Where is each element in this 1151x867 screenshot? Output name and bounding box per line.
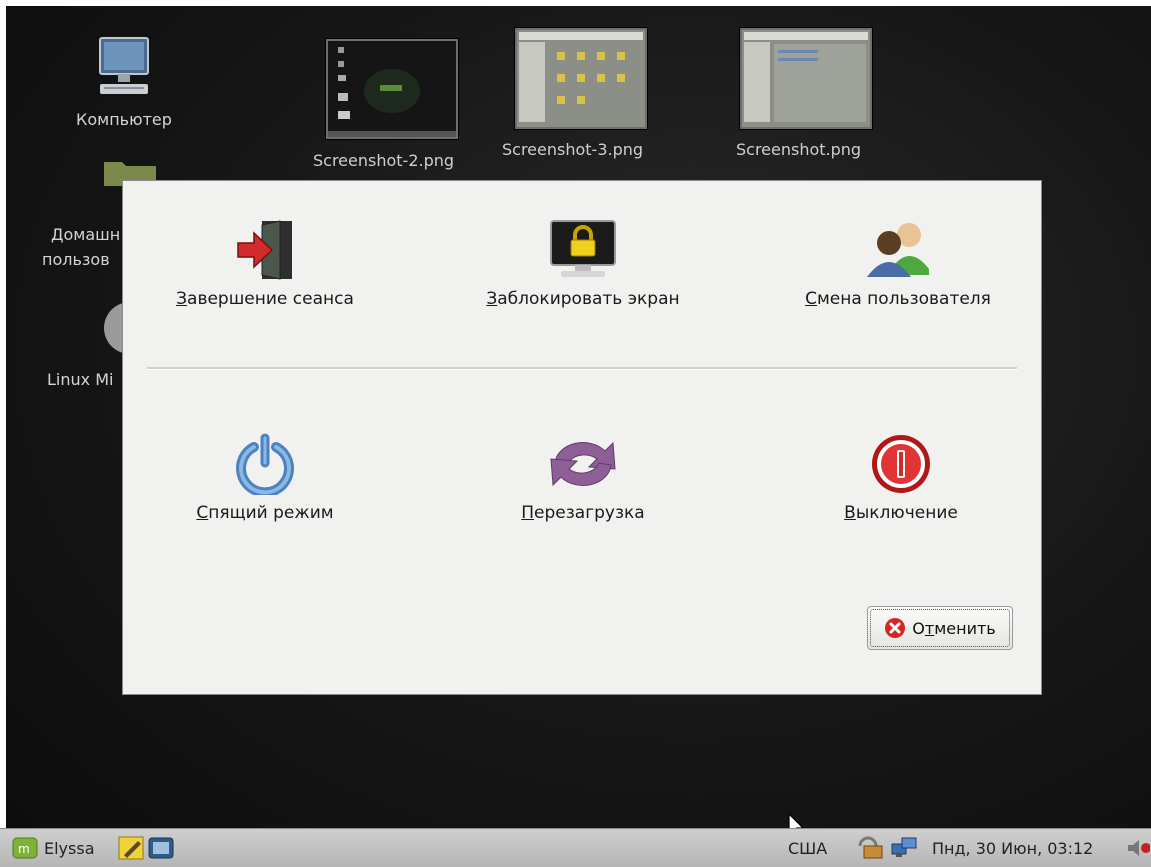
suspend-mnemonic: С	[196, 503, 209, 523]
switch-user-button[interactable]: Смена пользователя	[788, 219, 1008, 309]
restart-label: ерезагрузка	[534, 503, 645, 523]
network-tray[interactable]	[890, 829, 920, 867]
lock-screen-button[interactable]: Заблокировать экран	[468, 219, 698, 309]
restart-button[interactable]: Перезагрузка	[483, 433, 683, 523]
menu-user-label: Elyssa	[44, 838, 95, 858]
lock-screen-mnemonic: З	[486, 289, 498, 309]
logout-dialog: Завершение сеанса Заблокировать экран См…	[123, 181, 1041, 694]
mint-menu-icon: m	[12, 837, 38, 859]
svg-text:m: m	[18, 842, 30, 856]
screenshot-thumbnail-image	[742, 30, 870, 127]
thumbnail-screenshot-3-label: Screenshot-3.png	[502, 140, 644, 159]
thumbnail-screenshot-2[interactable]	[326, 39, 458, 139]
home-folder-label-line1: Домашн	[51, 225, 121, 244]
cancel-prefix: О	[912, 618, 925, 638]
screenshot-thumbnail-image	[517, 30, 645, 127]
thumbnail-screenshot-2-label: Screenshot-2.png	[313, 151, 455, 170]
update-manager-icon	[858, 836, 883, 859]
network-icon	[891, 837, 917, 857]
computer-icon-label: Компьютер	[76, 110, 172, 129]
keyboard-layout-label: США	[788, 838, 828, 858]
logout-label: авершение сеанса	[187, 289, 354, 309]
home-folder-label-line2: пользов	[42, 250, 110, 269]
lock-screen-icon	[550, 220, 616, 277]
restart-icon	[550, 441, 616, 487]
dialog-separator	[147, 367, 1017, 370]
suspend-label: пящий режим	[208, 503, 334, 523]
thumbnail-screenshot-3[interactable]	[515, 28, 647, 129]
keyboard-layout-indicator[interactable]: США	[788, 829, 827, 867]
shutdown-mnemonic: В	[844, 503, 856, 523]
cancel-button[interactable]: Отменить	[867, 606, 1013, 650]
suspend-icon	[236, 433, 294, 495]
logout-mnemonic: З	[176, 289, 188, 309]
switch-user-icon	[867, 223, 929, 277]
logout-icon	[237, 220, 292, 280]
update-manager-tray[interactable]	[856, 829, 884, 867]
text-editor-icon	[118, 836, 144, 860]
cancel-icon	[885, 618, 906, 638]
linux-mint-label: Linux Mi	[47, 370, 114, 389]
show-desktop-launcher[interactable]	[148, 829, 174, 867]
thumbnail-screenshot[interactable]	[740, 28, 872, 129]
volume-icon	[1128, 840, 1150, 856]
restart-mnemonic: П	[521, 503, 535, 523]
show-desktop-icon	[148, 837, 174, 859]
screenshot-thumbnail-image	[328, 41, 456, 137]
switch-user-label: мена пользователя	[816, 289, 991, 309]
lock-screen-label: аблокировать экран	[497, 289, 680, 309]
shutdown-label: ыключение	[855, 503, 958, 523]
desktop: Компьютер Домашн пользов Linux Mi Screen…	[6, 6, 1151, 866]
suspend-button[interactable]: Спящий режим	[165, 433, 365, 523]
clock-label: Пнд, 30 Июн, 03:12	[932, 838, 1094, 858]
bottom-panel: m Elyssa США Пнд, 30 Июн, 03:12	[0, 828, 1151, 867]
shutdown-button[interactable]: Выключение	[801, 433, 1001, 523]
thumbnail-screenshot-label: Screenshot.png	[736, 140, 862, 159]
volume-tray[interactable]	[1126, 829, 1150, 867]
logout-button[interactable]: Завершение сеанса	[165, 219, 365, 309]
text-editor-launcher[interactable]	[118, 829, 146, 867]
switch-user-mnemonic: С	[805, 289, 817, 309]
mint-menu-button[interactable]: m Elyssa	[12, 829, 95, 867]
shutdown-icon	[872, 435, 930, 493]
computer-desktop-icon[interactable]	[94, 34, 154, 110]
cancel-label: менить	[934, 618, 996, 638]
cancel-mnemonic: т	[924, 618, 935, 638]
clock[interactable]: Пнд, 30 Июн, 03:12	[932, 829, 1093, 867]
computer-icon	[99, 37, 149, 94]
